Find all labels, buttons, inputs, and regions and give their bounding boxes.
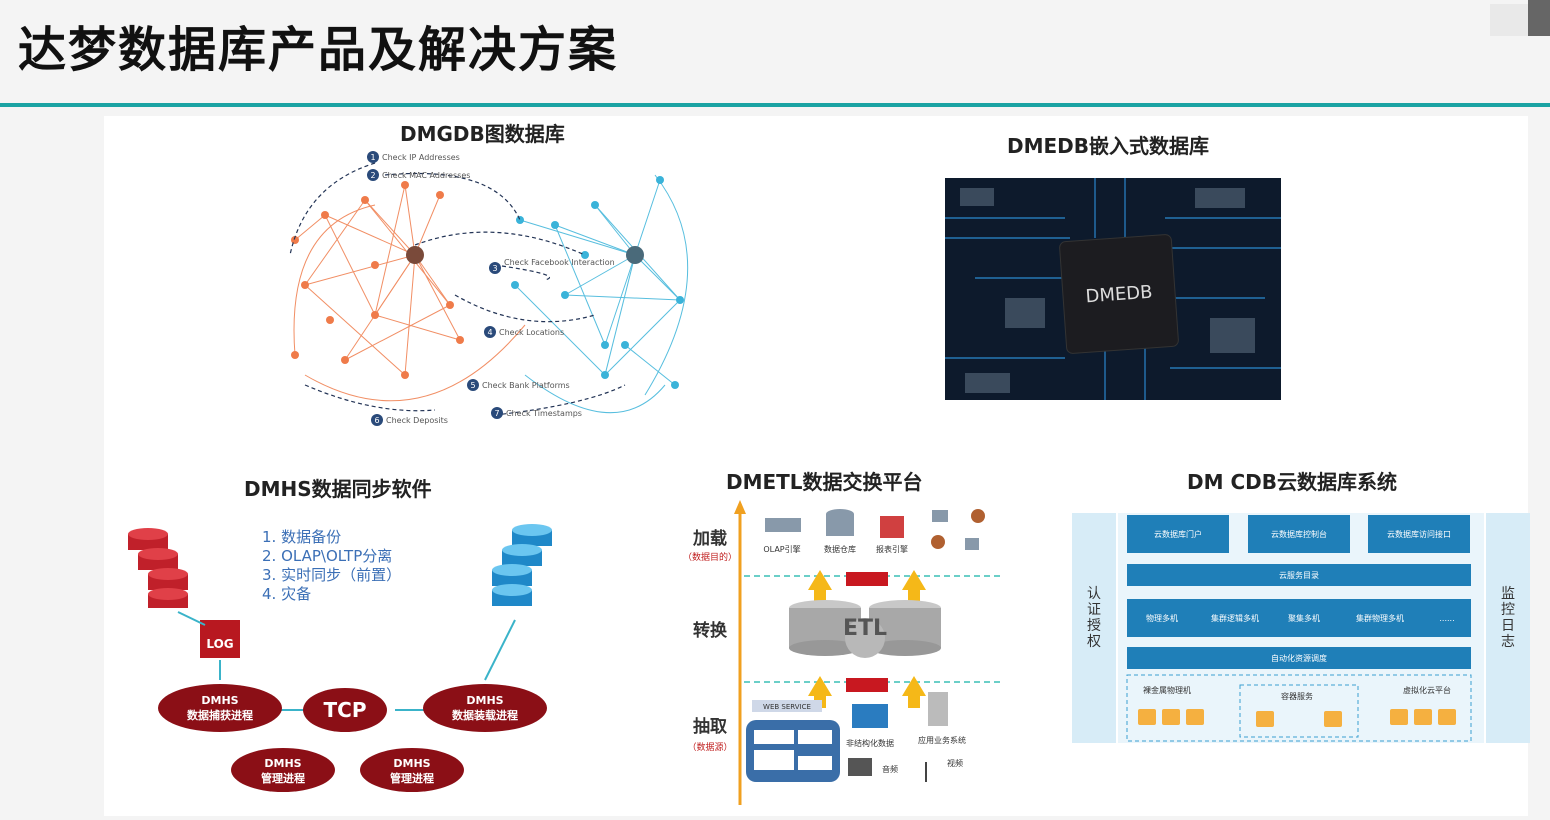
mid-module: 集群物理多机 (1356, 613, 1404, 623)
source-item: 音频 (882, 764, 898, 774)
stage-label: 转换 (693, 620, 728, 641)
dmcdb-diagram: 认 证 授 权 监 控 日 志 云数据库门户 云数据库控制台 云数据库访问接口 … (1072, 513, 1530, 743)
dmcdb-title: DM CDB云数据库系统 (1187, 470, 1397, 494)
step-label: Check Facebook Interaction (504, 258, 615, 267)
window-control-handle[interactable] (1528, 0, 1550, 36)
tcp-label: TCP (324, 698, 367, 722)
step-number: 5 (470, 381, 475, 390)
target-database-icon (492, 524, 552, 606)
capture-process-label: 数据捕获进程 (187, 708, 253, 722)
dmgdb-title: DMGDB图数据库 (400, 122, 565, 146)
mid-module: ...... (1439, 614, 1454, 623)
load-process-label: 数据装载进程 (452, 708, 518, 722)
side-label-char: 权 (1087, 634, 1101, 650)
web-service-label: WEB SERVICE (763, 703, 811, 711)
mgmt-process-name: DMHS (264, 757, 301, 770)
graph-illustration: 1 2 3 4 5 6 7 Check IP Addresses Check M… (289, 151, 689, 426)
sched-bar: 自动化资源调度 (1271, 653, 1327, 663)
load-item: 报表引擎 (876, 544, 908, 554)
step-label: Check Timestamps (506, 409, 582, 418)
dmedb-title: DMEDB嵌入式数据库 (1007, 134, 1210, 158)
infra-label: 虚拟化云平台 (1403, 685, 1451, 695)
mgmt-process-name: DMHS (393, 757, 430, 770)
step-label: Check Deposits (386, 416, 448, 425)
mid-module: 聚集多机 (1288, 613, 1320, 623)
service-bar: 云服务目录 (1279, 570, 1319, 580)
top-module: 云数据库控制台 (1271, 529, 1327, 539)
page-title: 达梦数据库产品及解决方案 (18, 22, 619, 78)
log-label: LOG (206, 637, 233, 651)
step-number: 3 (492, 264, 497, 273)
stage-label: 加载 (692, 528, 727, 549)
stage-label: 抽取 (693, 716, 727, 737)
step-number: 6 (374, 416, 379, 425)
dmetl-title: DMETL数据交换平台 (726, 470, 923, 494)
step-number: 1 (370, 153, 375, 162)
step-label: Check MAC Addresses (382, 171, 470, 180)
mid-module: 集群逻辑多机 (1211, 613, 1259, 623)
step-label: Check IP Addresses (382, 153, 460, 162)
step-number: 7 (494, 409, 499, 418)
top-module: 云数据库门户 (1154, 529, 1202, 539)
step-label: Check Bank Platforms (482, 381, 570, 390)
source-item: 非结构化数据 (846, 738, 894, 748)
mid-module: 物理多机 (1146, 613, 1178, 623)
dmhs-title: DMHS数据同步软件 (244, 477, 432, 501)
step-label: Check Locations (499, 328, 564, 337)
side-label-char: 志 (1501, 634, 1515, 650)
infra-label: 裸金属物理机 (1143, 685, 1191, 695)
mgmt-process-label: 管理进程 (261, 771, 305, 785)
step-number: 2 (370, 171, 375, 180)
dmetl-diagram: 加载 （数据目的） 转换 抽取 （数据源） OLAP引擎 数据仓库 报表引擎 E… (683, 500, 1000, 805)
side-label-char: 证 (1087, 602, 1101, 618)
dmhs-diagram: LOG DMHS 数据捕获进程 TCP DMHS 数据装载进程 DMHS 管理进… (128, 524, 552, 792)
load-process-name: DMHS (466, 694, 503, 707)
source-item: 视频 (947, 758, 963, 768)
side-label-char: 控 (1501, 602, 1515, 618)
side-label-char: 认 (1087, 586, 1101, 602)
title-divider (0, 103, 1550, 107)
step-number: 4 (487, 328, 492, 337)
side-label-char: 日 (1501, 618, 1515, 634)
etl-label: ETL (843, 616, 887, 641)
mgmt-process-label: 管理进程 (390, 771, 434, 785)
load-item: 数据仓库 (824, 544, 856, 554)
source-item: 应用业务系统 (918, 735, 966, 745)
stage-sub: （数据目的） (683, 551, 737, 563)
side-label-char: 监 (1501, 586, 1515, 602)
load-item: OLAP引擎 (763, 544, 800, 554)
capture-process-name: DMHS (201, 694, 238, 707)
top-module: 云数据库访问接口 (1387, 529, 1451, 539)
circuit-board-image: DMEDB (945, 178, 1281, 400)
infra-label: 容器服务 (1281, 691, 1313, 701)
side-label-char: 授 (1087, 618, 1101, 634)
source-database-icon (128, 528, 188, 608)
stage-sub: （数据源） (687, 741, 732, 753)
